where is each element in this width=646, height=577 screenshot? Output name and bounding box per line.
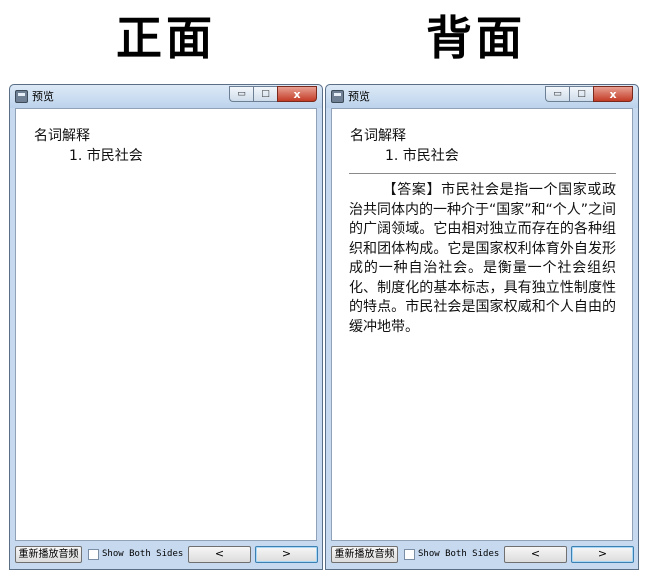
section-title: 名词解释 bbox=[34, 128, 90, 144]
minimize-button[interactable]: ▭ bbox=[229, 86, 253, 102]
previous-button[interactable]: < bbox=[188, 546, 251, 563]
maximize-icon: □ bbox=[577, 89, 586, 99]
show-both-sides-checkbox[interactable] bbox=[404, 549, 415, 560]
maximize-button[interactable]: □ bbox=[253, 86, 277, 102]
preview-window-back: 预览 ▭ □ x 名词解释 1. 市民社会 【答案】市民社会是指一个国家或政治共… bbox=[325, 84, 639, 570]
front-heading: 正面 bbox=[116, 11, 216, 65]
previous-button[interactable]: < bbox=[504, 546, 567, 563]
maximize-button[interactable]: □ bbox=[569, 86, 593, 102]
close-icon: x bbox=[609, 87, 617, 101]
close-icon: x bbox=[293, 87, 301, 101]
close-button[interactable]: x bbox=[593, 86, 633, 102]
next-button[interactable]: > bbox=[571, 546, 634, 563]
question-item: 1. 市民社会 bbox=[385, 148, 459, 164]
title-bar[interactable]: 预览 ▭ □ x bbox=[326, 85, 638, 108]
next-button[interactable]: > bbox=[255, 546, 318, 563]
app-icon bbox=[15, 90, 28, 103]
title-bar[interactable]: 预览 ▭ □ x bbox=[10, 85, 322, 108]
window-title: 预览 bbox=[348, 90, 370, 103]
card-content-front: 名词解释 1. 市民社会 bbox=[15, 108, 317, 541]
minimize-icon: ▭ bbox=[553, 89, 562, 99]
maximize-icon: □ bbox=[261, 89, 270, 99]
show-both-sides-checkbox[interactable] bbox=[88, 549, 99, 560]
back-heading: 背面 bbox=[426, 11, 526, 65]
window-controls: ▭ □ x bbox=[229, 86, 317, 103]
question-item: 1. 市民社会 bbox=[69, 148, 143, 164]
replay-audio-button[interactable]: 重新播放音频 bbox=[331, 546, 398, 563]
window-title: 预览 bbox=[32, 90, 54, 103]
footer-bar: 重新播放音频 Show Both Sides < > bbox=[326, 541, 638, 569]
show-both-sides-label[interactable]: Show Both Sides bbox=[102, 548, 183, 561]
window-controls: ▭ □ x bbox=[545, 86, 633, 103]
footer-bar: 重新播放音频 Show Both Sides < > bbox=[10, 541, 322, 569]
replay-audio-button[interactable]: 重新播放音频 bbox=[15, 546, 82, 563]
section-title: 名词解释 bbox=[350, 128, 406, 144]
close-button[interactable]: x bbox=[277, 86, 317, 102]
minimize-button[interactable]: ▭ bbox=[545, 86, 569, 102]
divider bbox=[349, 173, 616, 174]
answer-text: 【答案】市民社会是指一个国家或政治共同体内的一种介于“国家”和“个人”之间的广阔… bbox=[349, 182, 617, 335]
preview-window-front: 预览 ▭ □ x 名词解释 1. 市民社会 重新播放音频 Show Both S… bbox=[9, 84, 323, 570]
app-icon bbox=[331, 90, 344, 103]
minimize-icon: ▭ bbox=[237, 89, 246, 99]
show-both-sides-label[interactable]: Show Both Sides bbox=[418, 548, 499, 561]
card-content-back: 名词解释 1. 市民社会 【答案】市民社会是指一个国家或政治共同体内的一种介于“… bbox=[331, 108, 633, 541]
